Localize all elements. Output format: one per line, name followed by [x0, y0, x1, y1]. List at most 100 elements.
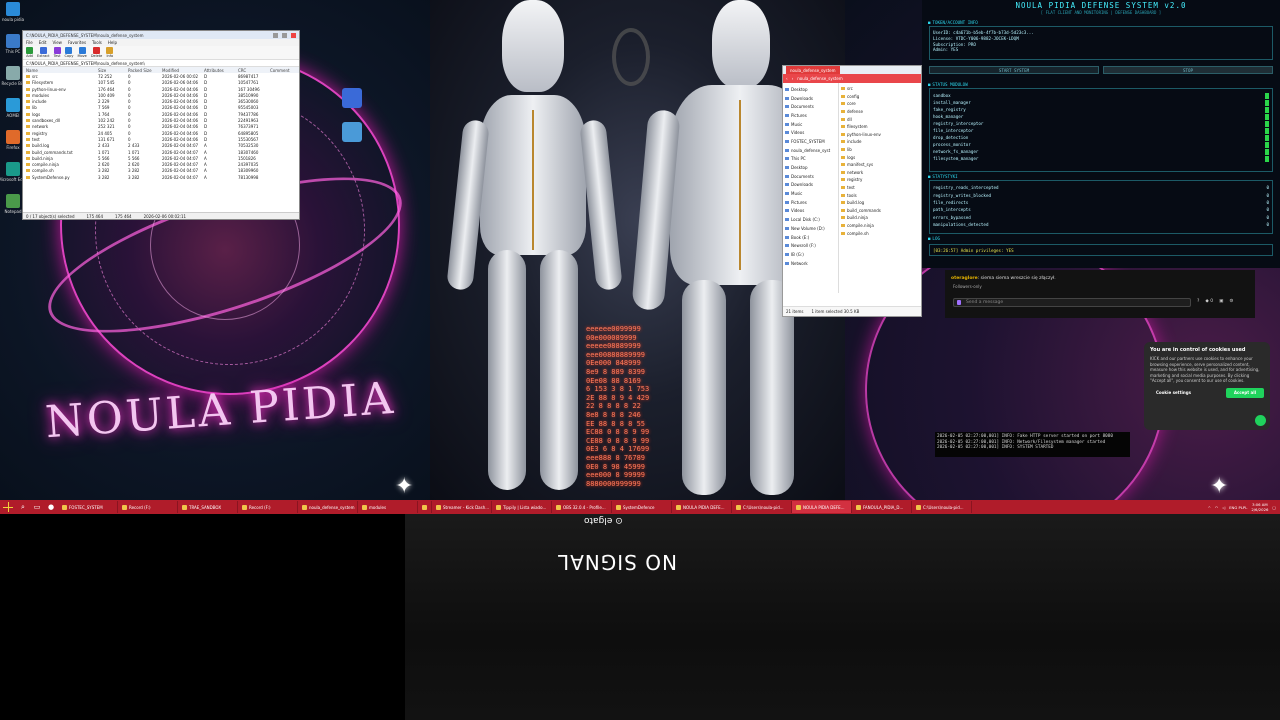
taskbar-item[interactable] [418, 501, 432, 513]
table-row[interactable]: logs 1 764 0 2026-02-04 04:06 D 79437786 [23, 111, 299, 117]
table-row[interactable]: lib 7 569 0 2026-02-04 04:06 D 95545003 [23, 105, 299, 111]
nav-item[interactable]: Documents [785, 102, 836, 111]
table-row[interactable]: compile.ninja 2 620 2 620 2026-02-04 04:07 A… [23, 161, 299, 167]
column-header[interactable]: Comment [270, 68, 300, 73]
file-item[interactable]: build_commands [841, 207, 919, 215]
cookie-settings-button[interactable]: Cookie settings [1150, 388, 1197, 397]
toolbar-button[interactable]: Extract [37, 47, 50, 58]
desktop-icon[interactable]: Firefox [2, 130, 24, 158]
toolbar-button[interactable]: Test [53, 47, 61, 58]
menu-item[interactable]: Tools [92, 40, 102, 45]
search-icon[interactable]: ⌕ [18, 502, 28, 512]
taskbar-item[interactable]: FOSTEC_SYSTEM [58, 501, 118, 513]
clock[interactable]: 3:06 AM 2/6/2026 [1251, 502, 1268, 512]
table-row[interactable]: src 72 252 0 2026-02-06 00:02 D 86987417 [23, 73, 299, 79]
menu-item[interactable]: Help [108, 40, 117, 45]
taskbar-item[interactable]: Record (F:) [118, 501, 178, 513]
desktop-icon[interactable]: Recycle Bin [1, 66, 25, 94]
nav-item[interactable]: Book (E:) [785, 233, 836, 242]
menu-item[interactable]: Edit [39, 40, 47, 45]
nav-item[interactable]: Music [785, 120, 836, 129]
wifi-icon[interactable]: ◠ [1215, 505, 1218, 510]
volume-icon[interactable]: ◁ [1222, 505, 1225, 510]
file-item[interactable]: core [841, 100, 919, 108]
file-item[interactable]: build.ninja [841, 214, 919, 222]
nav-item[interactable]: Videos [785, 207, 836, 216]
window-titlebar[interactable]: C:\NOULA_PIDIA_DEFENSE_SYSTEM\noula_defe… [23, 31, 299, 39]
desktop-icon[interactable]: Notepad [2, 194, 24, 222]
column-header[interactable]: Name [26, 68, 98, 73]
table-row[interactable]: test 131 671 0 2026-02-04 04:06 D 15530567 [23, 136, 299, 142]
file-item[interactable]: src [841, 85, 919, 93]
file-item[interactable]: lib [841, 146, 919, 154]
address-bar[interactable]: C:\NOULA_PIDIA_DEFENSE_SYSTEM\noula_defe… [23, 60, 299, 67]
chat-input[interactable]: Send a message [953, 298, 1191, 307]
taskbar-item[interactable]: SystemDefence [612, 501, 672, 513]
file-item[interactable]: compile.ninja [841, 222, 919, 230]
file-item[interactable]: filesystem [841, 123, 919, 131]
table-row[interactable]: network 252 321 0 2026-02-04 04:06 D 76373971 [23, 124, 299, 130]
column-header[interactable]: Packed Size [128, 68, 162, 73]
table-row[interactable]: compile.sh 3 282 3 282 2026-02-04 04:07 A 183… [23, 168, 299, 174]
file-item[interactable]: manifest_sys [841, 161, 919, 169]
table-row[interactable]: modules 100 409 0 2026-02-04 04:06 D 38510990 [23, 92, 299, 98]
notifications-icon[interactable]: ▢ [1272, 505, 1276, 510]
table-row[interactable]: python-linux-env 176 464 0 2026-02-04 04:06… [23, 86, 299, 92]
file-item[interactable]: registry [841, 176, 919, 184]
nav-item[interactable]: noula_defense_syst [785, 146, 836, 155]
menu-item[interactable]: View [52, 40, 62, 45]
taskbar-item[interactable]: noula_defense_system [298, 501, 358, 513]
desktop-shortcut-icon[interactable] [342, 122, 362, 142]
tray-arrow-icon[interactable]: ^ [1208, 505, 1211, 510]
nav-item[interactable]: Documents [785, 172, 836, 181]
menu-item[interactable]: File [26, 40, 33, 45]
settings-gear-icon[interactable]: ⚙ [1229, 299, 1233, 304]
nav-item[interactable]: FOSTEC_SYSTEM [785, 137, 836, 146]
desktop-icon[interactable]: This PC [2, 34, 24, 62]
toolbar-button[interactable]: Info [106, 47, 114, 58]
desktop-icon[interactable]: Microsoft Edge [0, 162, 28, 190]
file-item[interactable]: build.log [841, 199, 919, 207]
nav-item[interactable]: This PC [785, 155, 836, 164]
nav-item[interactable]: Downloads [785, 181, 836, 190]
file-item[interactable]: test [841, 184, 919, 192]
table-row[interactable]: Filesystem 107 545 0 2026-02-06 04:06 D 10547… [23, 80, 299, 86]
taskbar-item[interactable]: modules [358, 501, 418, 513]
help-chat-icon[interactable] [1255, 415, 1266, 426]
points-icon[interactable]: ◆ 0 [1205, 299, 1213, 304]
nav-item[interactable]: Newsroll (F:) [785, 241, 836, 250]
taskbar-item[interactable]: TRAE_SANDBOX [178, 501, 238, 513]
file-item[interactable]: config [841, 93, 919, 101]
start-system-button[interactable]: START SYSTEM [929, 66, 1099, 74]
nav-item[interactable]: IB (G:) [785, 250, 836, 259]
help-icon[interactable]: ? [1197, 299, 1199, 304]
browser-icon[interactable]: ● [46, 502, 56, 512]
menu-item[interactable]: Favorites [68, 40, 86, 45]
taskbar-item[interactable]: Record (F:) [238, 501, 298, 513]
emote-icon[interactable]: ▣ [1219, 299, 1223, 304]
file-item[interactable]: dll [841, 115, 919, 123]
column-header[interactable]: Modified [162, 68, 204, 73]
taskbar-item[interactable]: C:\Users\noula-pid... [912, 501, 972, 513]
table-row[interactable]: build.ninja 5 566 5 566 2026-02-04 04:07 A 15… [23, 155, 299, 161]
desktop-icon[interactable]: AOMEI [2, 98, 24, 126]
toolbar-button[interactable]: Move [77, 47, 87, 58]
taskbar-item[interactable]: NOULA PIDIA DEFE... [672, 501, 732, 513]
nav-item[interactable]: Videos [785, 128, 836, 137]
column-header[interactable]: Attributes [204, 68, 238, 73]
maximize-button[interactable] [282, 32, 287, 38]
nav-item[interactable]: Network [785, 259, 836, 268]
file-explorer-window[interactable]: noula_defense_system ‹ › noula_defense_s… [782, 65, 922, 317]
file-item[interactable]: compile.sh [841, 229, 919, 237]
toolbar-button[interactable]: Add [26, 47, 33, 58]
taskbar-item[interactable]: Streamer - Kick Dash... [432, 501, 492, 513]
nav-item[interactable]: Desktop [785, 163, 836, 172]
table-row[interactable]: sandboxes_dll 102 242 0 2026-02-04 04:06 D 22… [23, 117, 299, 123]
table-row[interactable]: include 2 229 0 2026-02-04 04:06 D 36530060 [23, 98, 299, 104]
column-header[interactable]: Size [98, 68, 128, 73]
language-indicator[interactable]: ENG PLPL [1229, 505, 1247, 510]
table-row[interactable]: build.log 2 433 2 433 2026-02-04 04:07 A 7053… [23, 143, 299, 149]
taskbar-item[interactable]: Tippily | Lista wiado... [492, 501, 552, 513]
toolbar-button[interactable]: Delete [91, 47, 102, 58]
stop-button[interactable]: STOP [1103, 66, 1273, 74]
